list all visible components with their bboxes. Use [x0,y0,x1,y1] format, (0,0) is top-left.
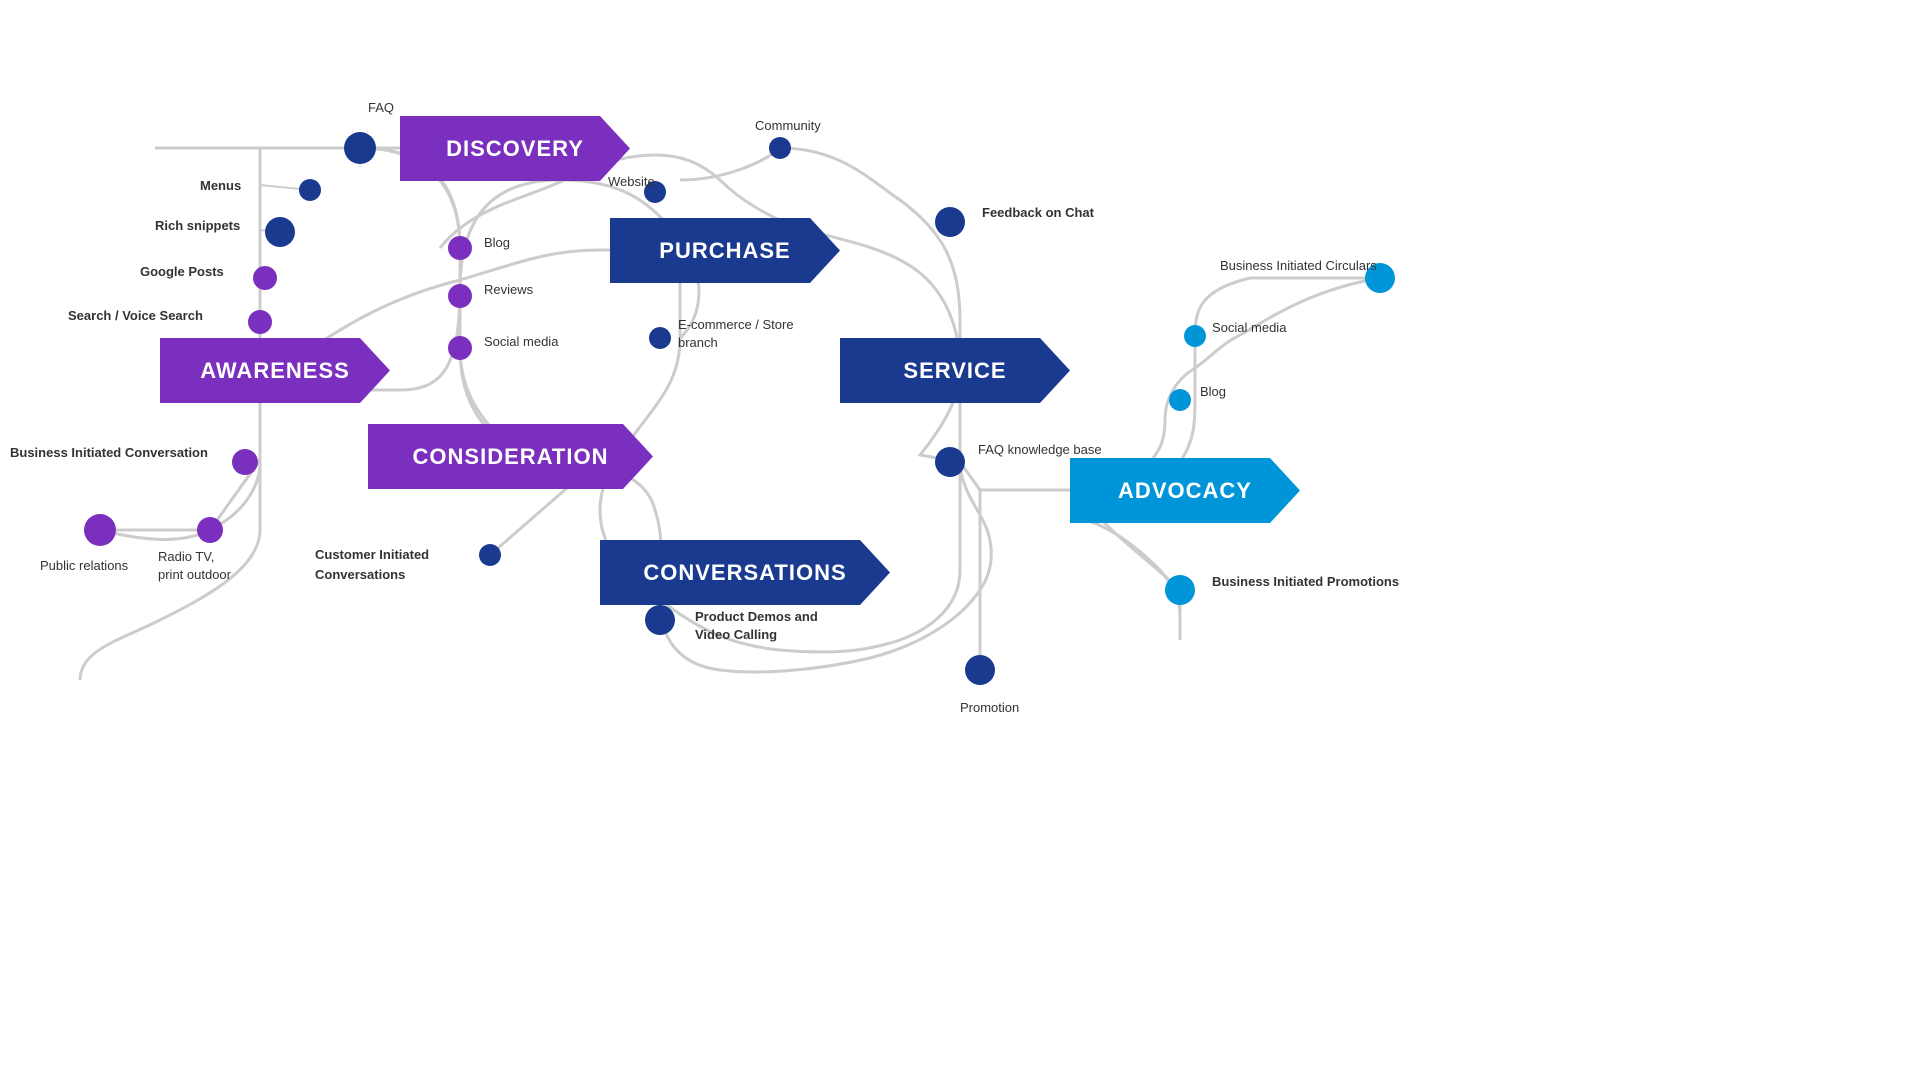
promotion-label: Promotion [960,700,1019,715]
ecommerce-label: E-commerce / Storebranch [678,316,794,352]
faqknowledge-label: FAQ knowledge base [978,442,1102,457]
customer-initiated-label: Customer InitiatedConversations [315,545,429,584]
richsnippets-dot [265,217,295,247]
faqknowledge-dot [935,447,965,477]
service-stage: SERVICE [840,338,1070,403]
purchase-stage: PURCHASE [610,218,840,283]
richsnippets-label: Rich snippets [155,218,240,233]
socialmedia2-label: Social media [1212,320,1286,335]
diagram: AWARENESS DISCOVERY CONSIDERATION PURCHA… [0,0,1920,1080]
blog2-dot [1169,389,1191,411]
bizpromotions-label: Business Initiated Promotions [1212,574,1399,589]
blog-dot [448,236,472,260]
customer-initiated-dot [479,544,501,566]
conversations-stage: CONVERSATIONS [600,540,890,605]
promotion-dot [965,655,995,685]
community-dot [769,137,791,159]
productdemos-dot [645,605,675,635]
feedbackchat-dot [935,207,965,237]
awareness-stage: AWARENESS [160,338,390,403]
publicrelations-dot [84,514,116,546]
bic-dot [232,449,258,475]
googleposts-dot [253,266,277,290]
community-label: Community [755,118,821,133]
googleposts-label: Google Posts [140,264,224,279]
searchvoice-dot [248,310,272,334]
reviews-dot [448,284,472,308]
website-label: Website [608,174,655,189]
productdemos-label: Product Demos andVideo Calling [695,608,818,644]
menus-dot [299,179,321,201]
socialmedia2-dot [1184,325,1206,347]
consideration-stage: CONSIDERATION [368,424,653,489]
discovery-stage: DISCOVERY [400,116,630,181]
blog2-label: Blog [1200,384,1226,399]
menus-label: Menus [200,178,241,193]
ecommerce-dot [649,327,671,349]
connector-lines [0,0,1920,1080]
publicrelations-label: Public relations [40,558,128,573]
faq-dot [344,132,376,164]
bizpromotions-dot [1165,575,1195,605]
bizcirculars-label: Business Initiated Circulars [1220,258,1377,273]
bic-label: Business Initiated Conversation [10,445,208,460]
blog-label: Blog [484,235,510,250]
advocacy-stage: ADVOCACY [1070,458,1300,523]
radiotv-label: Radio TV,print outdoor [158,548,231,584]
faq-label: FAQ [368,100,394,115]
radiotv-dot [197,517,223,543]
reviews-label: Reviews [484,282,533,297]
searchvoice-label: Search / Voice Search [68,308,203,323]
socialmedia1-dot [448,336,472,360]
feedbackchat-label: Feedback on Chat [982,205,1094,220]
socialmedia1-label: Social media [484,334,558,349]
